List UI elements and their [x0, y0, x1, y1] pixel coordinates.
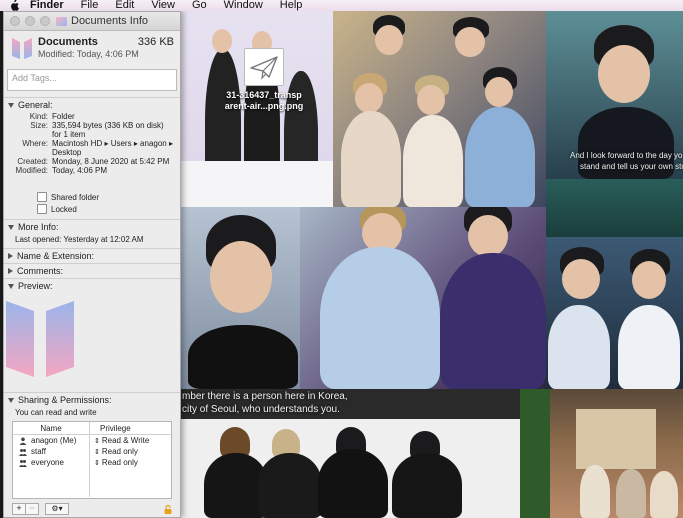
disclosure-triangle-icon: [8, 397, 14, 403]
info-row: Desktop: [52, 148, 82, 157]
remove-user-button[interactable]: −: [26, 503, 39, 515]
window-titlebar[interactable]: Documents Info: [4, 12, 180, 31]
sharing-section: Sharing & Permissions: You can read and …: [4, 392, 180, 516]
general-disclosure[interactable]: General:: [4, 98, 180, 112]
section-title: Comments:: [17, 266, 64, 276]
wallpaper-photo: [333, 11, 546, 207]
group-icon: [19, 448, 27, 456]
menu-finder[interactable]: Finder: [30, 0, 64, 11]
info-row: Created: Monday, 8 June 2020 at 5:42 PM: [17, 157, 170, 166]
add-user-button[interactable]: +: [12, 503, 26, 515]
info-row: Kind: Folder: [29, 112, 75, 121]
table-row[interactable]: anagon (Me) ⇕ Read & Write: [13, 435, 171, 446]
folder-icon: [12, 38, 32, 59]
close-button[interactable]: [10, 16, 20, 26]
disclosure-triangle-icon: [8, 268, 13, 274]
documents-info-window: Documents Info Documents 336 KB Modified…: [3, 11, 181, 518]
desktop-file-label: arent-air...png.png: [224, 101, 304, 111]
section-title: Sharing & Permissions:: [18, 395, 112, 405]
section-title: General:: [18, 100, 53, 110]
table-row[interactable]: everyone ⇕ Read only: [13, 457, 171, 468]
wallpaper-photo: [546, 179, 683, 237]
item-size: 336 KB: [137, 36, 174, 48]
wallpaper-photo: [520, 389, 683, 518]
info-row: Size: 335,594 bytes (336 KB on disk): [30, 121, 164, 130]
comments-disclosure[interactable]: Comments:: [4, 264, 180, 278]
window-title: Documents Info: [71, 15, 149, 27]
section-title: Name & Extension:: [17, 251, 95, 261]
checkbox-label: Shared folder: [51, 192, 100, 202]
info-row: for 1 item: [52, 130, 86, 139]
permission-note: You can read and write: [15, 408, 97, 417]
section-title: More Info:: [18, 222, 59, 232]
menu-help[interactable]: Help: [280, 0, 303, 11]
privilege-select[interactable]: Read only: [102, 458, 138, 467]
general-section: General: Kind: Folder Size: 335,594 bytes …: [4, 97, 180, 219]
disclosure-triangle-icon: [8, 102, 14, 108]
comments-section: Comments:: [4, 263, 180, 278]
stepper-icon: ⇕: [94, 459, 100, 467]
name-extension-section: Name & Extension:: [4, 248, 180, 263]
menu-go[interactable]: Go: [192, 0, 207, 11]
wallpaper-photo: [300, 207, 546, 389]
folder-icon: [56, 16, 67, 26]
menu-file[interactable]: File: [81, 0, 99, 11]
menu-edit[interactable]: Edit: [115, 0, 134, 11]
privilege-select[interactable]: Read only: [102, 447, 138, 456]
disclosure-triangle-icon: [8, 224, 14, 230]
wallpaper-subtitle: mber there is a person here in Korea,: [182, 391, 348, 402]
desktop-file-icon[interactable]: 31-316437_transp arent-air...png.png: [222, 48, 306, 112]
permissions-table: Name Privilege anagon (Me) ⇕ Read & Write…: [12, 421, 172, 499]
sharing-disclosure[interactable]: Sharing & Permissions:: [4, 393, 180, 407]
zoom-button[interactable]: [40, 16, 50, 26]
disclosure-triangle-icon: [8, 283, 14, 289]
privilege-select[interactable]: Read & Write: [102, 436, 149, 445]
apple-logo-icon[interactable]: [8, 0, 20, 11]
wallpaper-subtitle: stand and tell us your own sto: [580, 162, 683, 171]
wallpaper-subtitle: And I look forward to the day you: [570, 151, 683, 160]
group-icon: [19, 459, 27, 467]
column-header-privilege[interactable]: Privilege: [90, 424, 131, 433]
wallpaper-photo: [546, 237, 683, 389]
item-name: Documents: [38, 36, 98, 48]
stepper-icon: ⇕: [94, 437, 100, 445]
menu-window[interactable]: Window: [224, 0, 263, 11]
desktop-file-label: 31-316437_transp: [226, 90, 302, 100]
folder-preview-icon: [6, 301, 74, 377]
table-row[interactable]: staff ⇕ Read only: [13, 446, 171, 457]
wallpaper-subtitle: city of Seoul, who understands you.: [182, 404, 340, 415]
paper-airplane-icon: [244, 48, 284, 86]
locked-checkbox[interactable]: Locked: [37, 203, 180, 215]
tags-input[interactable]: Add Tags...: [7, 69, 177, 91]
wallpaper-photo: [180, 207, 300, 389]
shared-folder-checkbox[interactable]: Shared folder: [37, 191, 180, 203]
checkbox-label: Locked: [51, 204, 77, 214]
section-title: Preview:: [18, 281, 53, 291]
wallpaper-photo: And I look forward to the day you stand …: [546, 11, 683, 179]
info-row: Modified: Today, 4:06 PM: [15, 166, 107, 175]
column-header-name[interactable]: Name: [13, 422, 90, 434]
preview-disclosure[interactable]: Preview:: [4, 279, 180, 293]
wallpaper-photo: mber there is a person here in Korea, ci…: [180, 389, 520, 518]
preview-section: Preview:: [4, 278, 180, 392]
minimize-button[interactable]: [25, 16, 35, 26]
info-row: Where: Macintosh HD ▸ Users ▸ anagon ▸: [22, 139, 173, 148]
item-modified: Modified: Today, 4:06 PM: [38, 49, 139, 59]
lock-icon[interactable]: [164, 504, 172, 514]
disclosure-triangle-icon: [8, 253, 13, 259]
action-gear-button[interactable]: ⚙▾: [45, 503, 69, 515]
menu-bar: Finder File Edit View Go Window Help: [0, 0, 683, 11]
menu-view[interactable]: View: [151, 0, 175, 11]
user-icon: [19, 437, 27, 445]
name-extension-disclosure[interactable]: Name & Extension:: [4, 249, 180, 263]
stepper-icon: ⇕: [94, 448, 100, 456]
more-info-section: More Info: Last opened: Yesterday at 12:…: [4, 219, 180, 248]
last-opened: Last opened: Yesterday at 12:02 AM: [15, 235, 144, 244]
more-info-disclosure[interactable]: More Info:: [4, 220, 180, 234]
